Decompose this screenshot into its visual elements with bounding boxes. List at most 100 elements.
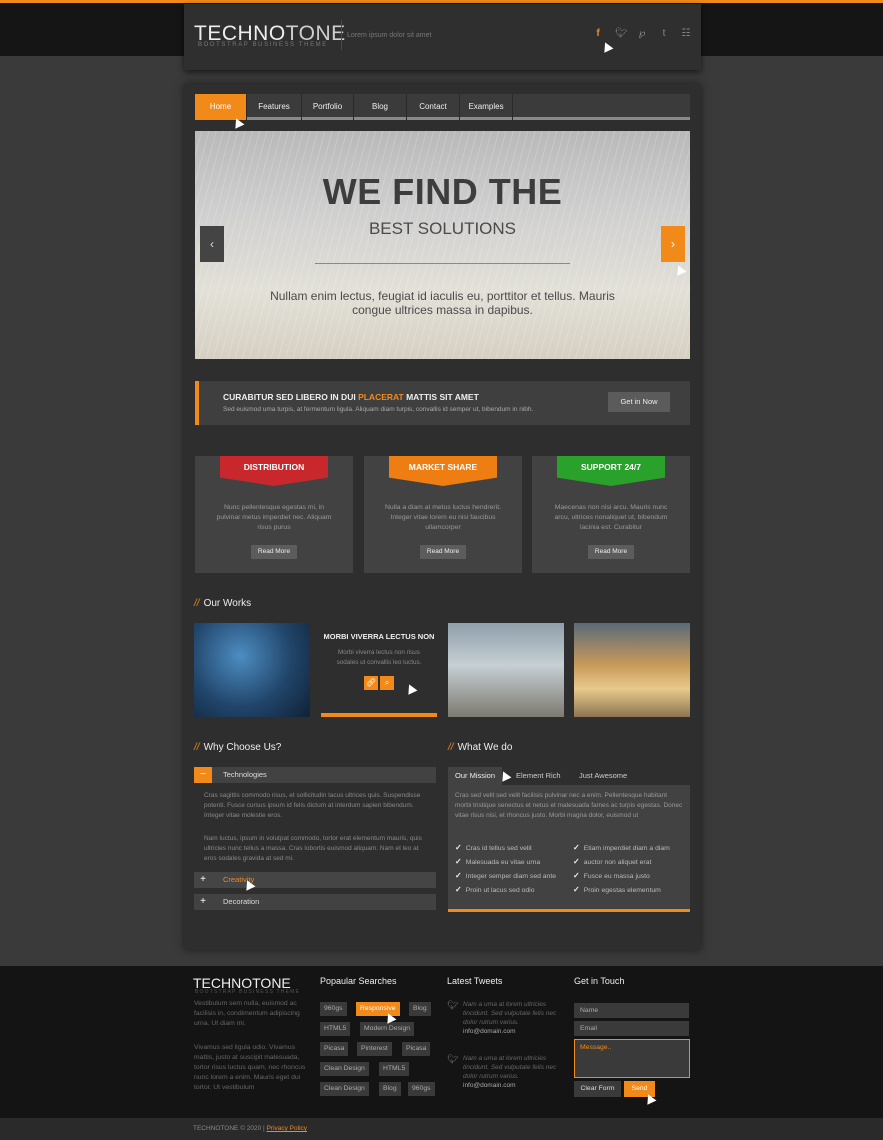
feature-ribbon: SUPPORT 24/7	[557, 456, 665, 486]
footer-about-1: Vestibulum sem nulla, euismod ac facilis…	[194, 1000, 300, 1027]
email-field[interactable]: Email	[574, 1021, 689, 1036]
zoom-icon[interactable]: ⌕	[380, 676, 394, 690]
heading-slashes: //	[194, 742, 200, 753]
main-panel: Home Features Portfolio Blog Contact Exa…	[184, 84, 701, 950]
search-tag[interactable]: 960gs	[408, 1082, 435, 1096]
check-icon: ✓	[455, 843, 462, 852]
nav-portfolio[interactable]: Portfolio	[302, 94, 354, 120]
work-image-4[interactable]	[574, 623, 690, 717]
work-image-1[interactable]	[194, 623, 310, 717]
check-item-text: Malesuada eu vitae urna	[465, 859, 541, 866]
search-tag[interactable]: Blog	[409, 1002, 431, 1016]
feature-box-support: SUPPORT 24/7 Maecenas non nisi arcu. Mau…	[532, 456, 690, 573]
slider-text: Nullam enim lectus, feugiat id iaculis e…	[270, 289, 615, 317]
accordion-text-2: Nam luctus, ipsum in volutpat commodo, t…	[204, 835, 422, 862]
search-tag[interactable]: HTML5	[320, 1022, 351, 1036]
accordion-technologies[interactable]: − Technologies	[194, 767, 436, 783]
clear-form-button[interactable]: Clear Form	[574, 1081, 621, 1097]
feature-box-distribution: DISTRIBUTION Nunc pellentesque egestas m…	[195, 456, 353, 573]
cta-text: Sed euismod uma turpis, at fermentum lig…	[223, 406, 534, 413]
search-tag[interactable]: Picasa	[402, 1042, 431, 1056]
twitter-bird-icon: 🐦︎	[447, 1054, 459, 1064]
check-item: ✓ Fusce eu massa justo	[573, 871, 650, 880]
main-nav: Home Features Portfolio Blog Contact Exa…	[195, 94, 690, 120]
check-item-text: Integer semper diam sed ante	[465, 873, 557, 880]
nav-contact[interactable]: Contact	[407, 94, 460, 120]
tweet: Nam a urna at lorem ultricies tincidunt.…	[463, 1000, 568, 1036]
slider-next-button[interactable]: ›	[661, 226, 685, 262]
our-works-heading: //Our Works	[194, 598, 251, 609]
check-item-text: Etiam imperdiet diam a diam	[583, 845, 670, 852]
name-field[interactable]: Name	[574, 1003, 689, 1018]
feature-ribbon: MARKET SHARE	[389, 456, 497, 486]
feature-box-market-share: MARKET SHARE Nulla a diam at metus luctu…	[364, 456, 522, 573]
call-to-action: CURABITUR SED LIBERO IN DUI PLACERAT MAT…	[195, 381, 690, 425]
check-item-text: Proin egestas elementum	[583, 887, 661, 894]
accordion-decoration[interactable]: + Decoration	[194, 894, 436, 910]
plus-icon: +	[200, 896, 206, 907]
search-tag[interactable]: 960gs	[320, 1002, 347, 1016]
get-in-now-button[interactable]: Get in Now	[608, 392, 670, 412]
nav-blog[interactable]: Blog	[354, 94, 407, 120]
read-more-button[interactable]: Read More	[588, 545, 634, 559]
check-item: ✓ Cras id tellus sed velit	[455, 843, 532, 852]
check-item: ✓ Etiam imperdiet diam a diam	[573, 843, 670, 852]
check-icon: ✓	[455, 871, 462, 880]
cta-title-pre: CURABITUR SED LIBERO IN DUI	[223, 392, 359, 402]
rss-icon[interactable]: ☷	[681, 28, 691, 39]
footer-about-2: Vivamus sed ligula odio. Vivamus mattis,…	[194, 1044, 306, 1091]
search-tag[interactable]: Blog	[379, 1082, 401, 1096]
hero-slider: WE FIND THE BEST SOLUTIONS Nullam enim l…	[195, 131, 690, 359]
tweet-author[interactable]: info@domain.com	[463, 1082, 515, 1089]
nav-examples[interactable]: Examples	[460, 94, 513, 120]
plus-icon: +	[200, 874, 206, 885]
check-icon: ✓	[573, 871, 580, 880]
tab-just-awesome[interactable]: Just Awesome	[579, 767, 627, 785]
facebook-icon[interactable]: f	[593, 28, 603, 39]
slider-prev-button[interactable]: ‹	[200, 226, 224, 262]
copyright: TECHNOTONE © 2020 | Privacy Policy	[193, 1125, 307, 1132]
cta-title-highlight: PLACERAT	[358, 392, 404, 402]
pinterest-icon[interactable]: ℘	[637, 28, 647, 39]
feature-text: Nulla a diam at metus luctus hendrerit. …	[385, 504, 501, 531]
search-tag[interactable]: Picasa	[320, 1042, 349, 1056]
slider-title: WE FIND THE	[322, 171, 563, 212]
minus-icon: −	[194, 767, 212, 783]
tagline: Lorem ipsum dolor sit amet	[347, 32, 432, 39]
tweet-author[interactable]: info@domain.com	[463, 1028, 515, 1035]
search-tag[interactable]: Pinterest	[357, 1042, 392, 1056]
privacy-policy-link[interactable]: Privacy Policy	[267, 1125, 307, 1132]
search-tag[interactable]: Modern Design	[360, 1022, 415, 1036]
link-icon[interactable]: 🔗︎	[364, 676, 378, 690]
twitter-bird-icon: 🐦︎	[447, 1000, 459, 1010]
tumblr-icon[interactable]: t	[659, 28, 669, 39]
tweet-text: Nam a urna at lorem ultricies tincidunt.…	[463, 1055, 557, 1080]
heading-text: What We do	[457, 742, 513, 753]
twitter-icon[interactable]: 🐦︎	[615, 28, 628, 39]
search-tag[interactable]: Clean Design	[320, 1062, 369, 1076]
chevron-right-icon: ›	[671, 237, 675, 251]
bottom-bar: TECHNOTONE © 2020 | Privacy Policy	[0, 1118, 883, 1140]
work-image-3[interactable]	[448, 623, 564, 717]
work-title: MORBI VIVERRA LECTUS NON	[323, 632, 435, 641]
tweet-text: Nam a urna at lorem ultricies tincidunt.…	[463, 1001, 557, 1026]
accordion-label: Technologies	[223, 770, 267, 779]
tab-bar: Our Mission Element Rich Just Awesome	[448, 767, 689, 785]
nav-features[interactable]: Features	[247, 94, 302, 120]
message-field[interactable]: Message..	[574, 1039, 690, 1078]
search-tag[interactable]: Clean Design	[320, 1082, 369, 1096]
what-we-do-heading: //What We do	[448, 742, 512, 753]
check-icon: ✓	[573, 843, 580, 852]
accordion-text-1: Cras sagittis commodo risus, et sollicit…	[204, 792, 421, 819]
logo-divider	[341, 20, 342, 50]
social-links: f 🐦︎ ℘ t ☷	[593, 28, 691, 39]
feature-text: Maecenas non nisi arcu. Mauris nunc arcu…	[554, 504, 668, 531]
search-tag[interactable]: HTML5	[379, 1062, 410, 1076]
accordion-creativity[interactable]: + Creativity	[194, 872, 436, 888]
check-icon: ✓	[455, 885, 462, 894]
tab-element-rich[interactable]: Element Rich	[516, 767, 561, 785]
heading-slashes: //	[448, 742, 454, 753]
read-more-button[interactable]: Read More	[420, 545, 466, 559]
read-more-button[interactable]: Read More	[251, 545, 297, 559]
tab-our-mission[interactable]: Our Mission	[448, 767, 503, 785]
